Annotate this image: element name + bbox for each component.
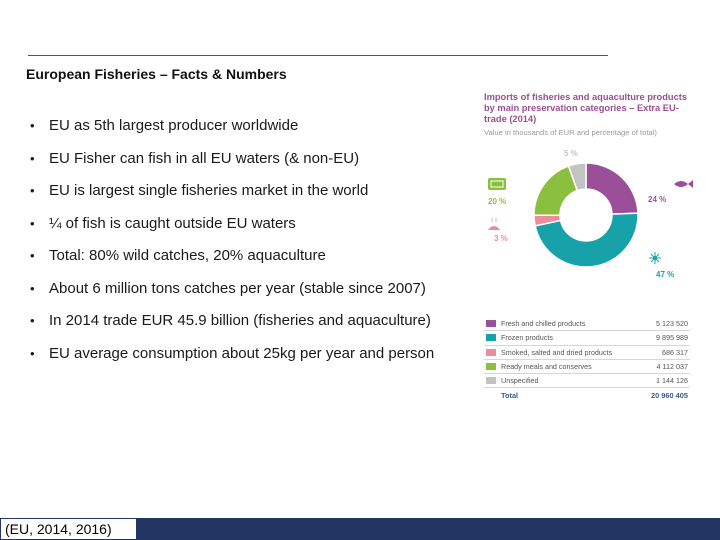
shellfish-icon <box>488 218 500 230</box>
legend-value: 5 123 520 <box>656 319 688 328</box>
legend-row: Fresh and chilled products 5 123 520 <box>484 317 690 332</box>
source-citation: (EU, 2014, 2016) <box>0 518 137 540</box>
legend-label: Unspecified <box>501 376 539 386</box>
bullet-item: About 6 million tons catches per year (s… <box>30 275 434 308</box>
fish-icon <box>674 180 693 188</box>
donut-slices <box>533 162 639 268</box>
legend-swatch <box>486 362 496 370</box>
legend-total-value: 20 960 405 <box>651 391 688 401</box>
donut-slice <box>585 162 639 215</box>
legend-label: Smoked, salted and dried products <box>501 347 613 357</box>
infographic-subtitle: Value in thousands of EUR and percentage… <box>484 128 657 137</box>
title-divider-line <box>28 55 608 56</box>
legend-swatch <box>486 334 496 342</box>
legend-value: 4 112 037 <box>656 361 688 371</box>
imports-infographic: Imports of fisheries and aquaculture pro… <box>478 90 698 410</box>
legend-row: Ready meals and conserves 4 112 037 <box>484 360 690 375</box>
can-icon <box>488 178 506 190</box>
legend-swatch <box>486 377 496 385</box>
legend-swatch <box>486 348 496 356</box>
bullet-item: EU as 5th largest producer worldwide <box>30 112 434 145</box>
legend-value: 1 144 126 <box>656 376 688 386</box>
donut-percent-label: 24 % <box>648 195 666 204</box>
legend-value: 9 895 989 <box>656 333 688 343</box>
infographic-title: Imports of fisheries and aquaculture pro… <box>484 92 688 124</box>
legend-total-label: Total <box>501 391 519 401</box>
bullet-item: EU Fisher can fish in all EU waters (& n… <box>30 145 434 178</box>
legend-total-row: Total 20 960 405 <box>484 388 690 401</box>
legend-table: Fresh and chilled products 5 123 520 Fro… <box>484 317 690 401</box>
donut-percent-label: 20 % <box>488 197 506 206</box>
bullet-item: Total: 80% wild catches, 20% aquaculture <box>30 242 434 275</box>
legend-row: Frozen products 9 895 989 <box>484 331 690 346</box>
bullet-item: In 2014 trade EUR 45.9 billion (fisherie… <box>30 307 434 340</box>
legend-label: Frozen products <box>501 333 553 343</box>
donut-percent-label: 5 % <box>564 150 578 158</box>
donut-chart: 24 % 47 % 3 % 20 % 5 % <box>488 150 693 279</box>
bullet-list: EU as 5th largest producer worldwide EU … <box>30 112 434 372</box>
donut-percent-label: 3 % <box>494 234 508 243</box>
legend-value: 686 317 <box>662 347 688 357</box>
legend-row: Unspecified 1 144 126 <box>484 374 690 389</box>
bullet-item: EU average consumption about 25kg per ye… <box>30 340 434 373</box>
bullet-item: ¼ of fish is caught outside EU waters <box>30 210 434 243</box>
slide-title: European Fisheries – Facts & Numbers <box>26 66 287 82</box>
legend-row: Smoked, salted and dried products 686 31… <box>484 346 690 360</box>
bullet-item: EU is largest single fisheries market in… <box>30 177 434 210</box>
legend-swatch <box>486 320 496 327</box>
shrimp-icon <box>649 252 661 264</box>
legend-label: Fresh and chilled products <box>501 319 586 328</box>
legend-label: Ready meals and conserves <box>501 361 592 371</box>
donut-percent-label: 47 % <box>656 270 674 279</box>
